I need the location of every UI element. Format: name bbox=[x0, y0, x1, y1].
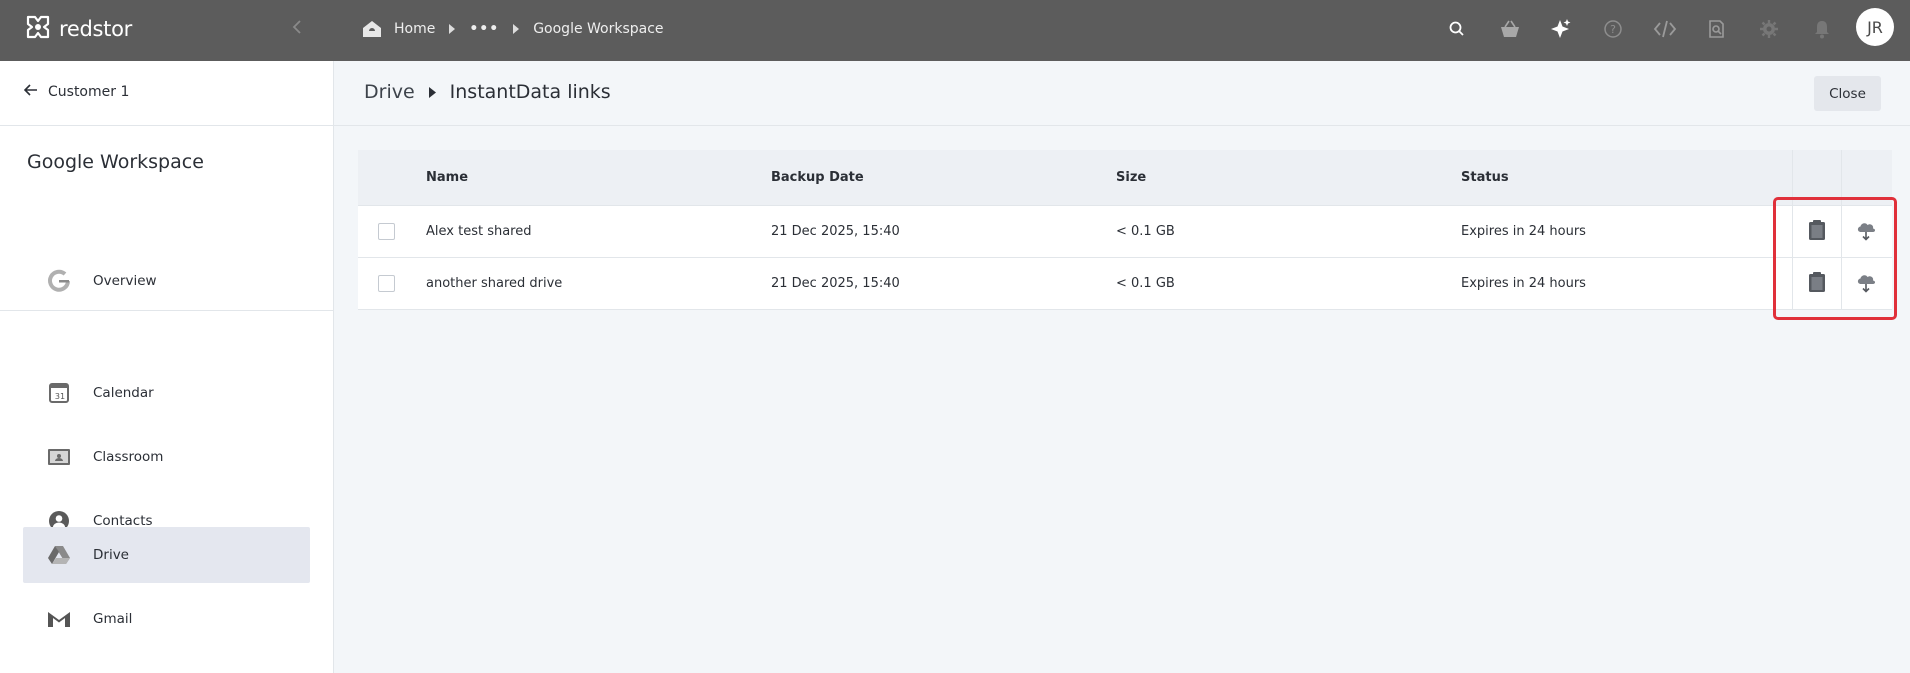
collapse-sidebar-button[interactable] bbox=[282, 14, 312, 44]
cloud-download-icon bbox=[1855, 219, 1877, 245]
sidebar-item-drive[interactable]: Drive bbox=[23, 527, 310, 583]
download-button[interactable] bbox=[1841, 206, 1890, 257]
caret-right-icon bbox=[513, 24, 520, 34]
sidebar-title: Google Workspace bbox=[27, 151, 204, 173]
column-header-size[interactable]: Size bbox=[1116, 150, 1146, 205]
search-document-icon[interactable] bbox=[1701, 13, 1733, 45]
close-button[interactable]: Close bbox=[1814, 76, 1881, 111]
row-size: < 0.1 GB bbox=[1116, 276, 1175, 291]
clipboard-icon bbox=[1808, 271, 1826, 297]
code-icon[interactable] bbox=[1649, 13, 1681, 45]
arrow-left-icon bbox=[23, 84, 38, 100]
classroom-icon bbox=[45, 443, 73, 471]
bell-icon[interactable] bbox=[1806, 13, 1838, 45]
column-header-backup-date[interactable]: Backup Date bbox=[771, 150, 864, 205]
gear-icon[interactable] bbox=[1753, 13, 1785, 45]
home-icon[interactable] bbox=[362, 20, 382, 38]
sidebar-item-overview[interactable]: Overview bbox=[23, 253, 310, 309]
table-row[interactable]: Alex test shared 21 Dec 2025, 15:40 < 0.… bbox=[358, 206, 1892, 258]
row-size: < 0.1 GB bbox=[1116, 224, 1175, 239]
back-link-label: Customer 1 bbox=[48, 84, 130, 100]
row-status: Expires in 24 hours bbox=[1461, 224, 1586, 239]
sidebar-item-label: Classroom bbox=[93, 449, 164, 465]
sidebar: Customer 1 Google Workspace Overview 31 … bbox=[0, 61, 334, 673]
row-status: Expires in 24 hours bbox=[1461, 276, 1586, 291]
download-button[interactable] bbox=[1841, 258, 1890, 309]
column-header-status[interactable]: Status bbox=[1461, 150, 1509, 205]
table-row[interactable]: another shared drive 21 Dec 2025, 15:40 … bbox=[358, 258, 1892, 310]
search-icon[interactable] bbox=[1441, 13, 1473, 45]
gmail-icon bbox=[45, 605, 73, 633]
row-backup-date: 21 Dec 2025, 15:40 bbox=[771, 276, 900, 291]
divider bbox=[0, 310, 334, 311]
sidebar-item-label: Drive bbox=[93, 547, 129, 563]
basket-icon[interactable] bbox=[1494, 13, 1526, 45]
breadcrumb-drive[interactable]: Drive bbox=[364, 81, 415, 103]
app-logo[interactable]: redstor bbox=[25, 14, 132, 44]
page-header: Drive InstantData links Close bbox=[334, 61, 1910, 126]
sidebar-item-label: Calendar bbox=[93, 385, 154, 401]
drive-icon bbox=[45, 541, 73, 569]
clipboard-icon bbox=[1808, 219, 1826, 245]
sidebar-item-classroom[interactable]: Classroom bbox=[23, 429, 310, 485]
caret-right-icon bbox=[449, 24, 456, 34]
copy-link-button[interactable] bbox=[1792, 258, 1841, 309]
row-select-checkbox[interactable] bbox=[378, 206, 395, 257]
avatar[interactable]: JR bbox=[1856, 8, 1894, 46]
instantdata-links-table: Name Backup Date Size Status Alex test s… bbox=[358, 150, 1892, 310]
svg-text:?: ? bbox=[1610, 23, 1616, 36]
column-divider bbox=[1841, 150, 1842, 205]
back-to-customer-link[interactable]: Customer 1 bbox=[23, 79, 130, 105]
svg-text:31: 31 bbox=[55, 392, 65, 401]
sidebar-item-label: Overview bbox=[93, 273, 157, 289]
top-bar: redstor Home ••• Google Workspace ? JR bbox=[0, 0, 1910, 61]
sidebar-item-label: Gmail bbox=[93, 611, 133, 627]
chevron-left-icon bbox=[291, 19, 303, 39]
help-icon[interactable]: ? bbox=[1597, 13, 1629, 45]
table-header: Name Backup Date Size Status bbox=[358, 150, 1892, 206]
calendar-icon: 31 bbox=[45, 379, 73, 407]
logo-text: redstor bbox=[59, 17, 132, 41]
sidebar-item-gmail[interactable]: Gmail bbox=[23, 591, 310, 647]
caret-right-icon bbox=[428, 86, 436, 98]
sidebar-item-calendar[interactable]: 31 Calendar bbox=[23, 365, 310, 421]
breadcrumb-home[interactable]: Home bbox=[394, 21, 435, 37]
divider bbox=[0, 125, 334, 126]
breadcrumb-current[interactable]: Google Workspace bbox=[533, 21, 663, 37]
google-icon bbox=[45, 267, 73, 295]
cloud-download-icon bbox=[1855, 271, 1877, 297]
row-select-checkbox[interactable] bbox=[378, 258, 395, 309]
row-name: Alex test shared bbox=[426, 224, 532, 239]
page-title: InstantData links bbox=[449, 81, 611, 103]
page-breadcrumb: Drive InstantData links bbox=[364, 81, 611, 103]
copy-link-button[interactable] bbox=[1792, 206, 1841, 257]
row-backup-date: 21 Dec 2025, 15:40 bbox=[771, 224, 900, 239]
redstor-logo-icon bbox=[25, 14, 51, 44]
column-divider bbox=[1792, 150, 1793, 205]
column-header-name[interactable]: Name bbox=[426, 150, 468, 205]
sparkle-icon[interactable] bbox=[1545, 13, 1577, 45]
row-name: another shared drive bbox=[426, 276, 563, 291]
breadcrumb-ellipsis[interactable]: ••• bbox=[469, 21, 499, 37]
top-breadcrumb: Home ••• Google Workspace bbox=[362, 17, 664, 41]
